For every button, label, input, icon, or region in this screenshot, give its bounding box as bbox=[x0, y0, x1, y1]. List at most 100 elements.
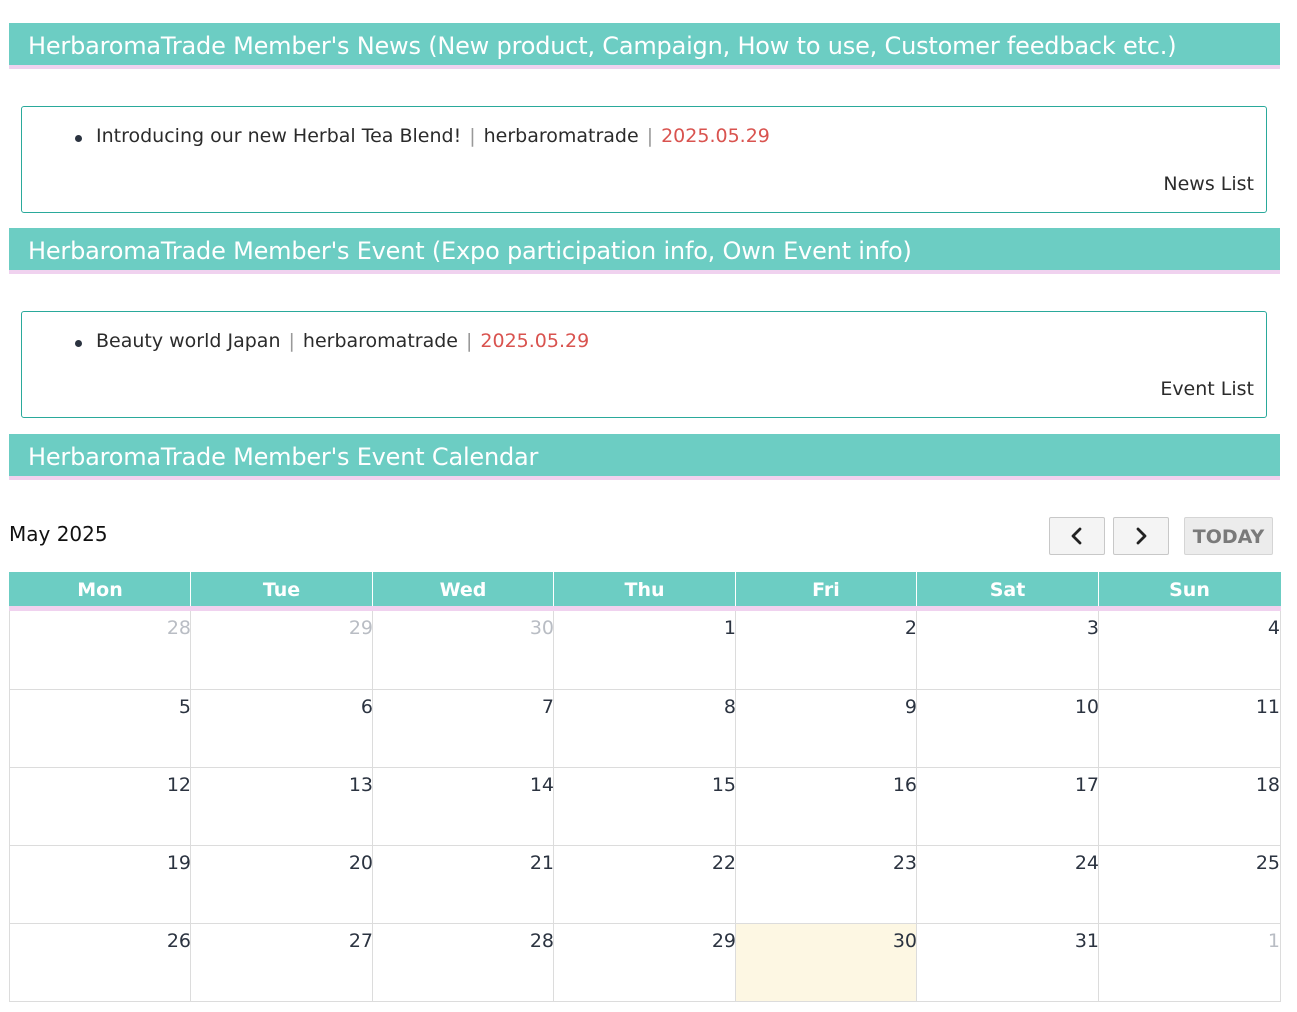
day-number: 12 bbox=[166, 774, 191, 796]
day-number: 20 bbox=[348, 852, 373, 874]
calendar-day-cell[interactable]: 26 bbox=[9, 924, 191, 1002]
day-number: 22 bbox=[711, 852, 736, 874]
today-button[interactable]: TODAY bbox=[1184, 517, 1273, 555]
calendar-day-cell[interactable]: 28 bbox=[372, 924, 554, 1002]
calendar-day-cell[interactable]: 29 bbox=[553, 924, 736, 1002]
event-item-author: herbaromatrade bbox=[302, 330, 458, 352]
calendar-day-cell[interactable]: 19 bbox=[9, 846, 191, 924]
event-section-title: HerbaromaTrade Member's Event (Expo part… bbox=[28, 237, 912, 265]
calendar-section-title: HerbaromaTrade Member's Event Calendar bbox=[28, 443, 539, 471]
day-number: 16 bbox=[892, 774, 917, 796]
calendar-day-cell[interactable]: 12 bbox=[9, 768, 191, 846]
day-number: 29 bbox=[348, 617, 373, 639]
calendar-day-cell[interactable]: 30 bbox=[372, 611, 554, 690]
event-item-title[interactable]: Beauty world Japan bbox=[96, 330, 281, 352]
news-list-link[interactable]: News List bbox=[1163, 173, 1254, 195]
calendar-day-cell[interactable]: 1 bbox=[1098, 924, 1281, 1002]
calendar-day-cell[interactable]: 16 bbox=[735, 768, 917, 846]
calendar-day-cell[interactable]: 18 bbox=[1098, 768, 1281, 846]
news-item-title[interactable]: Introducing our new Herbal Tea Blend! bbox=[96, 125, 461, 147]
day-number: 28 bbox=[166, 617, 191, 639]
calendar-day-cell[interactable]: 6 bbox=[190, 690, 373, 768]
event-list-item[interactable]: Beauty world Japan | herbaromatrade | 2025.0… bbox=[75, 330, 590, 352]
prev-month-button[interactable] bbox=[1049, 517, 1105, 555]
calendar-month-label: May 2025 bbox=[9, 522, 108, 546]
calendar-day-cell[interactable]: 24 bbox=[916, 846, 1099, 924]
event-item-date: 2025.05.29 bbox=[480, 330, 590, 352]
calendar-day-cell[interactable]: 4 bbox=[1098, 611, 1281, 690]
day-number: 31 bbox=[1074, 930, 1099, 952]
separator: | bbox=[465, 330, 473, 352]
news-item-date: 2025.05.29 bbox=[661, 125, 770, 147]
news-list-item[interactable]: Introducing our new Herbal Tea Blend! | he… bbox=[75, 125, 770, 147]
calendar-day-cell[interactable]: 9 bbox=[735, 690, 917, 768]
calendar-day-cell-today[interactable]: 30 bbox=[735, 924, 917, 1002]
day-number: 13 bbox=[348, 774, 373, 796]
event-box: Beauty world Japan | herbaromatrade | 2025.0… bbox=[21, 311, 1267, 418]
calendar-day-cell[interactable]: 10 bbox=[916, 690, 1099, 768]
calendar-day-cell[interactable]: 13 bbox=[190, 768, 373, 846]
calendar-day-cell[interactable]: 20 bbox=[190, 846, 373, 924]
calendar-day-cell[interactable]: 29 bbox=[190, 611, 373, 690]
news-section-header: HerbaromaTrade Member's News (New produc… bbox=[9, 23, 1280, 69]
calendar-day-cell[interactable]: 7 bbox=[372, 690, 554, 768]
calendar-day-cell[interactable]: 5 bbox=[9, 690, 191, 768]
weekday-wed: Wed bbox=[372, 572, 553, 606]
calendar-grid: 28 29 30 1 2 3 4 5 6 7 8 9 10 11 12 13 14 15 16 17 18 19 20 21 2… bbox=[9, 611, 1281, 1003]
day-number: 28 bbox=[529, 930, 554, 952]
news-section-title: HerbaromaTrade Member's News (New produc… bbox=[28, 32, 1177, 60]
weekday-mon: Mon bbox=[9, 572, 190, 606]
day-number: 25 bbox=[1255, 852, 1280, 874]
event-calendar: Mon Tue Wed Thu Fri Sat Sun 28 29 30 1 2 3 4 5 6 7 8 9 10 1… bbox=[9, 572, 1281, 1003]
day-number: 10 bbox=[1074, 696, 1099, 718]
separator: | bbox=[469, 125, 476, 147]
news-item-author: herbaromatrade bbox=[483, 125, 639, 147]
day-number: 27 bbox=[348, 930, 373, 952]
weekday-tue: Tue bbox=[190, 572, 372, 606]
day-number: 24 bbox=[1074, 852, 1099, 874]
calendar-day-cell[interactable]: 3 bbox=[916, 611, 1099, 690]
calendar-day-cell[interactable]: 25 bbox=[1098, 846, 1281, 924]
next-month-button[interactable] bbox=[1113, 517, 1169, 555]
day-number: 14 bbox=[529, 774, 554, 796]
bullet-icon bbox=[75, 340, 82, 347]
calendar-weekday-header: Mon Tue Wed Thu Fri Sat Sun bbox=[9, 572, 1281, 611]
day-number: 18 bbox=[1255, 774, 1280, 796]
weekday-thu: Thu bbox=[553, 572, 735, 606]
calendar-section-header: HerbaromaTrade Member's Event Calendar bbox=[9, 434, 1280, 480]
chevron-left-icon bbox=[1071, 527, 1082, 545]
day-number: 30 bbox=[892, 930, 917, 952]
day-number: 17 bbox=[1074, 774, 1099, 796]
separator: | bbox=[288, 330, 295, 352]
weekday-sat: Sat bbox=[916, 572, 1098, 606]
day-number: 11 bbox=[1255, 696, 1280, 718]
day-number: 21 bbox=[529, 852, 554, 874]
day-number: 23 bbox=[892, 852, 917, 874]
day-number: 15 bbox=[711, 774, 736, 796]
day-number: 4 bbox=[1267, 617, 1280, 639]
bullet-icon bbox=[75, 135, 82, 142]
calendar-day-cell[interactable]: 2 bbox=[735, 611, 917, 690]
calendar-day-cell[interactable]: 17 bbox=[916, 768, 1099, 846]
day-number: 1 bbox=[1267, 930, 1280, 952]
day-number: 29 bbox=[711, 930, 736, 952]
calendar-day-cell[interactable]: 31 bbox=[916, 924, 1099, 1002]
calendar-day-cell[interactable]: 11 bbox=[1098, 690, 1281, 768]
calendar-day-cell[interactable]: 15 bbox=[553, 768, 736, 846]
chevron-right-icon bbox=[1136, 527, 1147, 545]
calendar-day-cell[interactable]: 1 bbox=[553, 611, 736, 690]
calendar-day-cell[interactable]: 28 bbox=[9, 611, 191, 690]
event-section-header: HerbaromaTrade Member's Event (Expo part… bbox=[9, 228, 1280, 274]
day-number: 19 bbox=[166, 852, 191, 874]
day-number: 26 bbox=[166, 930, 191, 952]
separator: | bbox=[646, 125, 654, 147]
calendar-day-cell[interactable]: 22 bbox=[553, 846, 736, 924]
calendar-day-cell[interactable]: 14 bbox=[372, 768, 554, 846]
calendar-day-cell[interactable]: 21 bbox=[372, 846, 554, 924]
calendar-day-cell[interactable]: 27 bbox=[190, 924, 373, 1002]
event-list-link[interactable]: Event List bbox=[1160, 378, 1254, 400]
weekday-sun: Sun bbox=[1098, 572, 1280, 606]
calendar-day-cell[interactable]: 23 bbox=[735, 846, 917, 924]
calendar-day-cell[interactable]: 8 bbox=[553, 690, 736, 768]
news-box: Introducing our new Herbal Tea Blend! | he… bbox=[21, 106, 1267, 213]
